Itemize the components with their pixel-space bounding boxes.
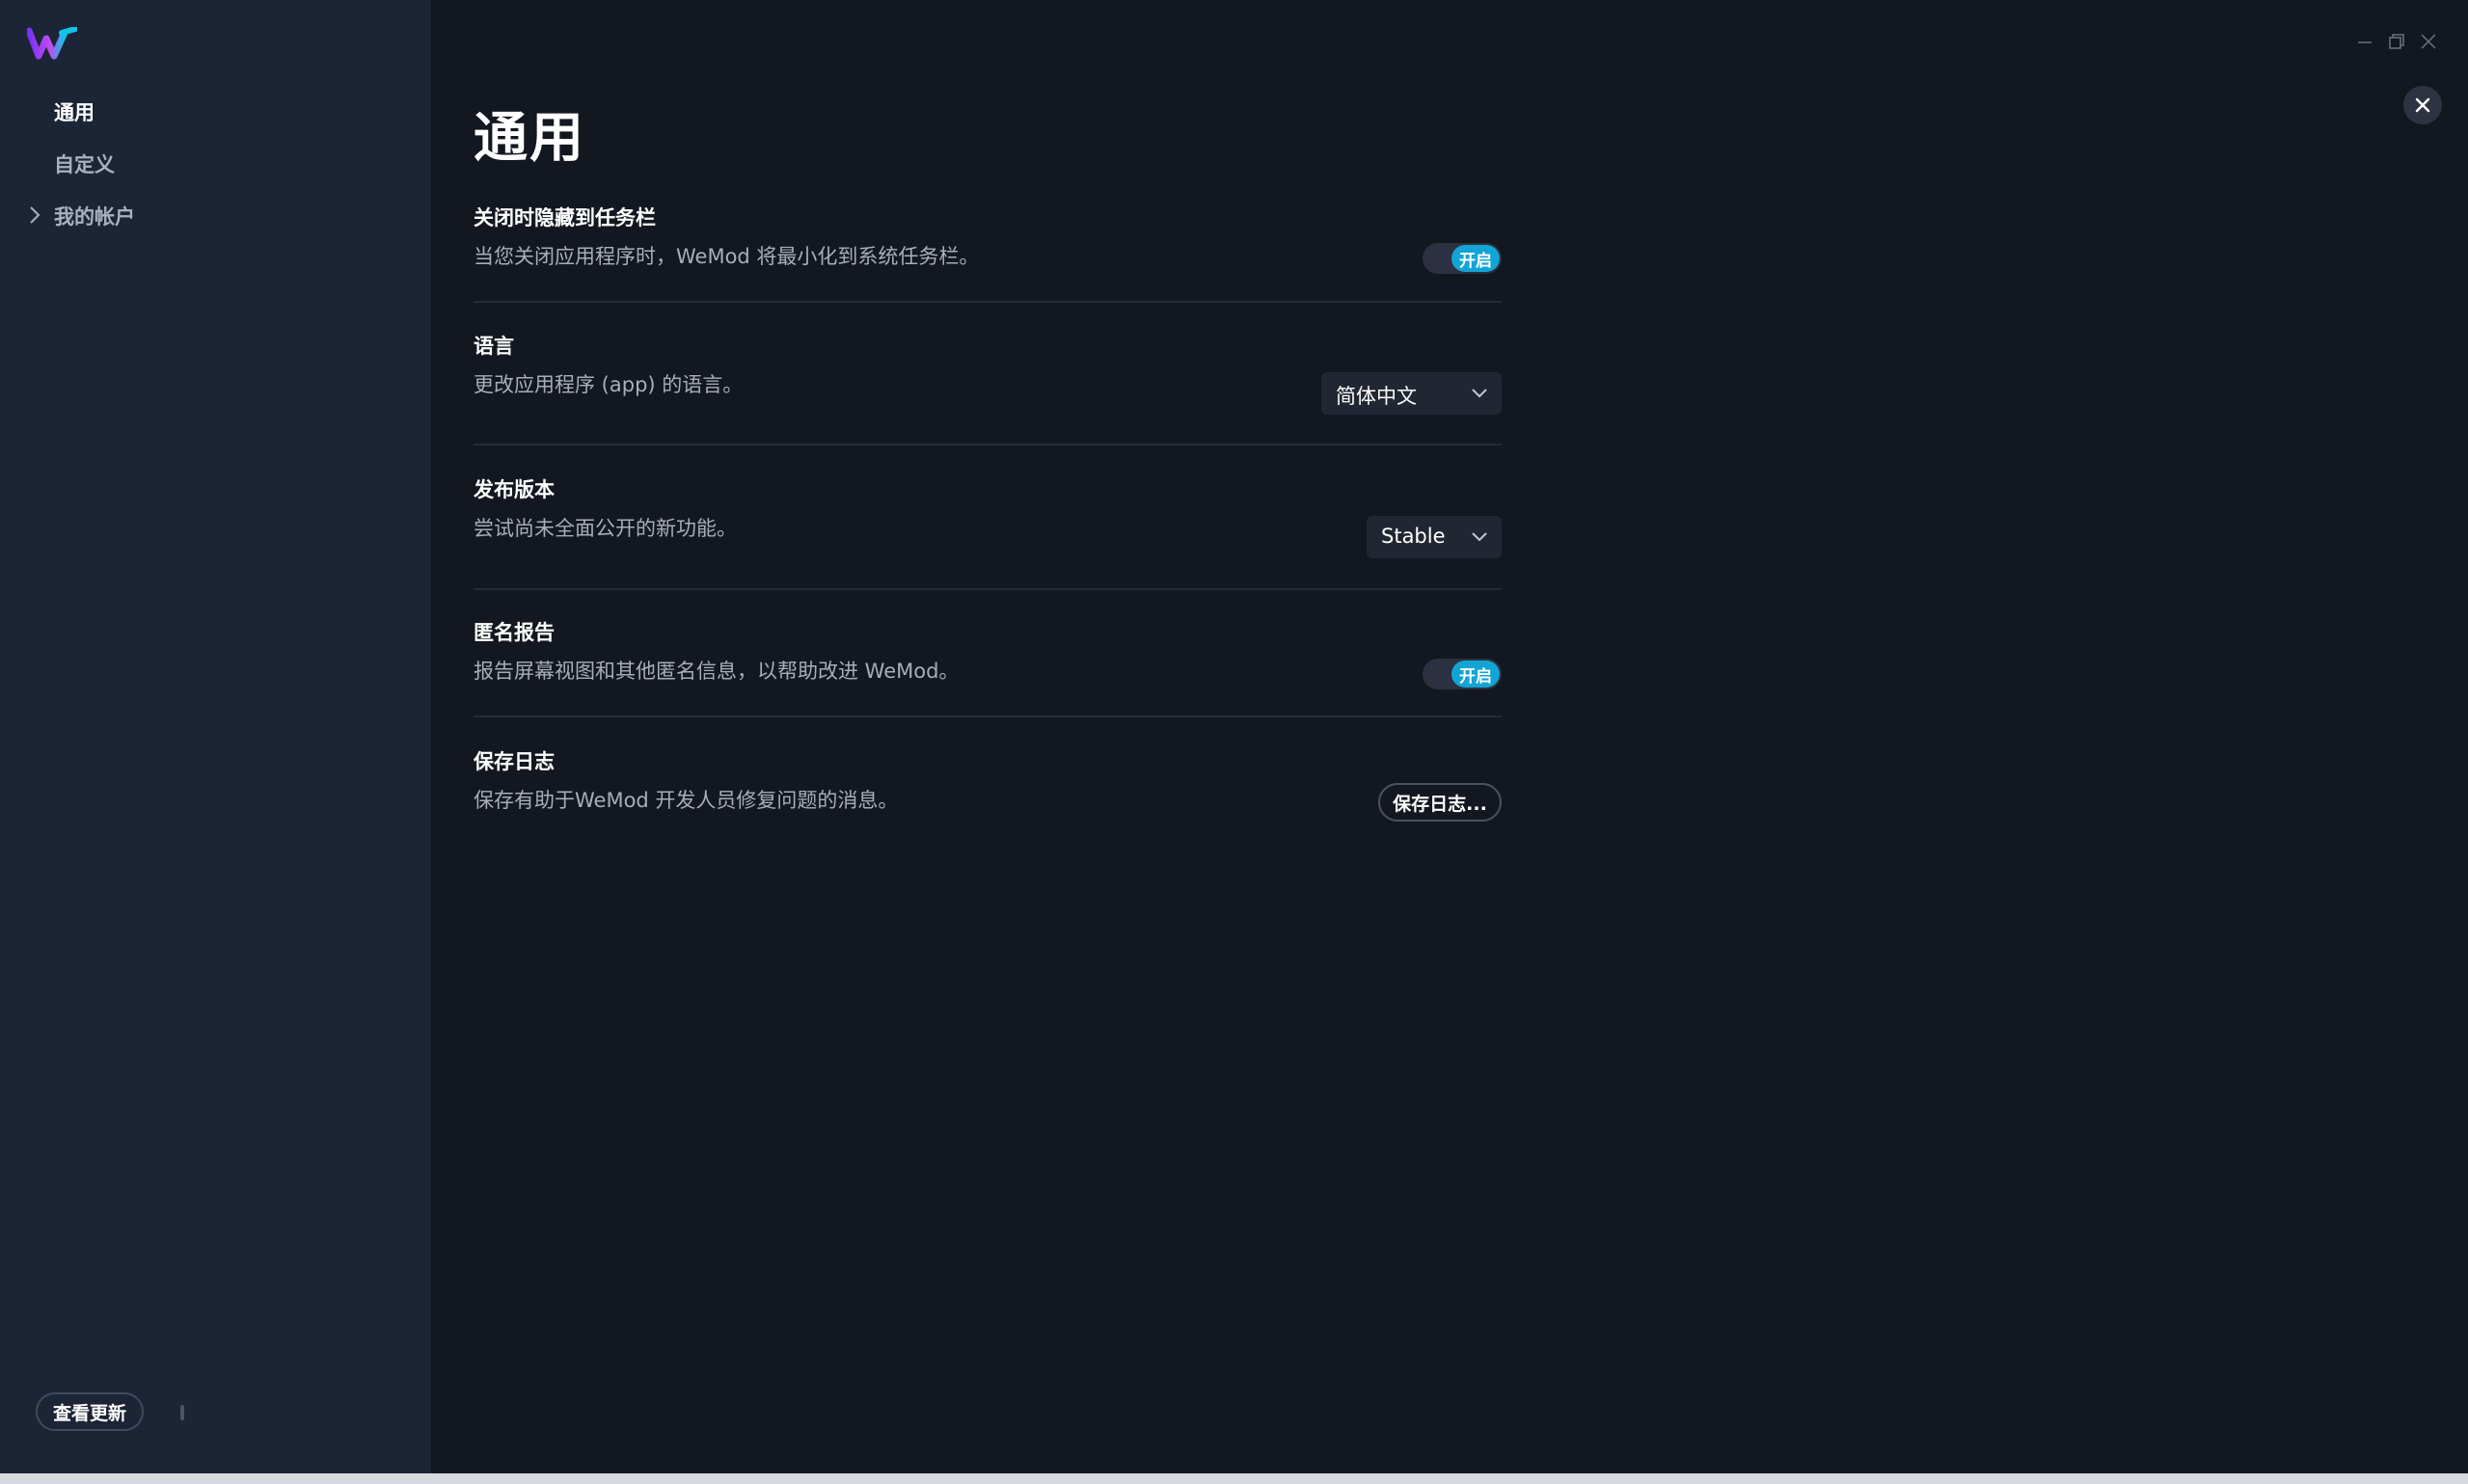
setting-minimize-to-tray: 关闭时隐藏到任务栏 当您关闭应用程序时，WeMod 将最小化到系统任务栏。 开启 (474, 202, 1502, 280)
sidebar-item-my-account[interactable]: 我的帐户 (54, 202, 135, 230)
toggle-label: 开启 (1451, 245, 1500, 272)
release-channel-select-value: Stable (1381, 525, 1446, 548)
language-select-value: 简体中文 (1336, 385, 1417, 408)
divider (474, 588, 1502, 590)
minimize-to-tray-toggle[interactable]: 开启 (1423, 243, 1502, 274)
setting-release-channel: 发布版本 尝试尚未全面公开的新功能。 Stable (474, 474, 1502, 561)
sidebar: 通用 自定义 我的帐户 查看更新 (0, 0, 431, 1473)
wemod-logo-icon[interactable] (27, 27, 77, 60)
chevron-right-icon[interactable] (27, 204, 42, 226)
language-select[interactable]: 简体中文 (1321, 372, 1502, 415)
setting-description: 当您关闭应用程序时，WeMod 将最小化到系统任务栏。 (474, 245, 980, 268)
setting-description: 尝试尚未全面公开的新功能。 (474, 517, 737, 540)
setting-language: 语言 更改应用程序 (app) 的语言。 简体中文 (474, 331, 1502, 418)
setting-anonymous-reporting: 匿名报告 报告屏幕视图和其他匿名信息，以帮助改进 WeMod。 开启 (474, 617, 1502, 694)
close-icon[interactable] (2416, 29, 2441, 54)
setting-title: 关闭时隐藏到任务栏 (474, 206, 656, 229)
taskbar-strip (0, 1473, 2468, 1484)
check-updates-button[interactable]: 查看更新 (36, 1392, 144, 1431)
save-logs-button[interactable]: 保存日志... (1378, 783, 1502, 822)
divider (474, 444, 1502, 445)
setting-title: 发布版本 (474, 478, 555, 501)
restore-icon[interactable] (2384, 29, 2409, 54)
sidebar-item-customize[interactable]: 自定义 (54, 149, 115, 178)
divider (474, 715, 1502, 717)
setting-title: 保存日志 (474, 750, 555, 773)
version-indicator (180, 1405, 184, 1420)
page-title: 通用 (474, 107, 585, 170)
anonymous-reporting-toggle[interactable]: 开启 (1423, 659, 1502, 689)
close-settings-button[interactable] (2403, 86, 2442, 124)
chevron-down-icon (1472, 389, 1487, 398)
setting-description: 报告屏幕视图和其他匿名信息，以帮助改进 WeMod。 (474, 660, 960, 683)
setting-title: 语言 (474, 335, 514, 358)
setting-title: 匿名报告 (474, 621, 555, 644)
minimize-icon[interactable] (2352, 29, 2377, 54)
sidebar-item-general[interactable]: 通用 (54, 97, 95, 126)
close-icon (2415, 97, 2430, 113)
divider (474, 301, 1502, 303)
app-window: 通用 自定义 我的帐户 查看更新 通用 关闭时隐藏到任务栏 当您关闭应用程序时，… (0, 0, 2468, 1484)
release-channel-select[interactable]: Stable (1367, 516, 1502, 558)
setting-description: 更改应用程序 (app) 的语言。 (474, 373, 744, 396)
setting-description: 保存有助于WeMod 开发人员修复问题的消息。 (474, 789, 899, 812)
toggle-label: 开启 (1451, 661, 1500, 688)
window-controls (2352, 29, 2468, 58)
chevron-down-icon (1472, 532, 1487, 542)
setting-save-logs: 保存日志 保存有助于WeMod 开发人员修复问题的消息。 保存日志... (474, 746, 1502, 833)
